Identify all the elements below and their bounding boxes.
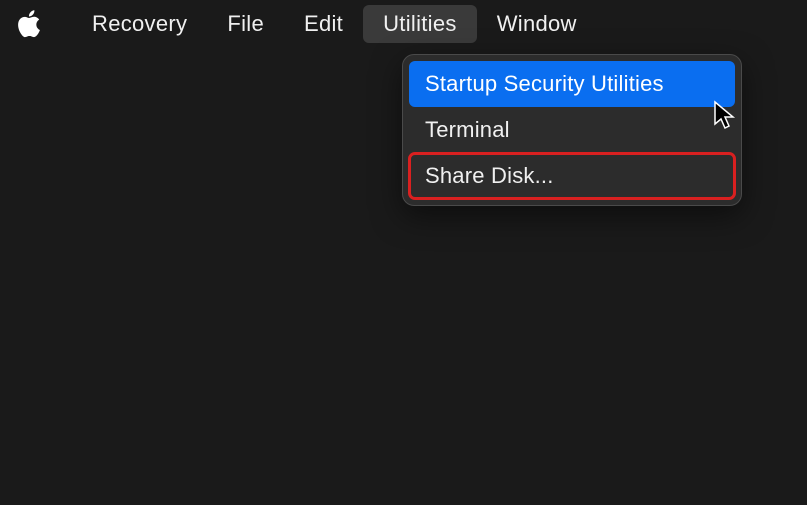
menubar: Recovery File Edit Utilities Window: [0, 0, 807, 48]
menu-file[interactable]: File: [207, 5, 284, 43]
menu-edit[interactable]: Edit: [284, 5, 363, 43]
menu-utilities[interactable]: Utilities: [363, 5, 477, 43]
menu-window[interactable]: Window: [477, 5, 597, 43]
apple-logo-icon[interactable]: [16, 10, 44, 38]
cursor-icon: [713, 100, 737, 130]
utilities-dropdown: Startup Security Utilities Terminal Shar…: [402, 54, 742, 206]
dropdown-terminal[interactable]: Terminal: [409, 107, 735, 153]
dropdown-share-disk[interactable]: Share Disk...: [409, 153, 735, 199]
dropdown-startup-security[interactable]: Startup Security Utilities: [409, 61, 735, 107]
menu-recovery[interactable]: Recovery: [72, 5, 207, 43]
